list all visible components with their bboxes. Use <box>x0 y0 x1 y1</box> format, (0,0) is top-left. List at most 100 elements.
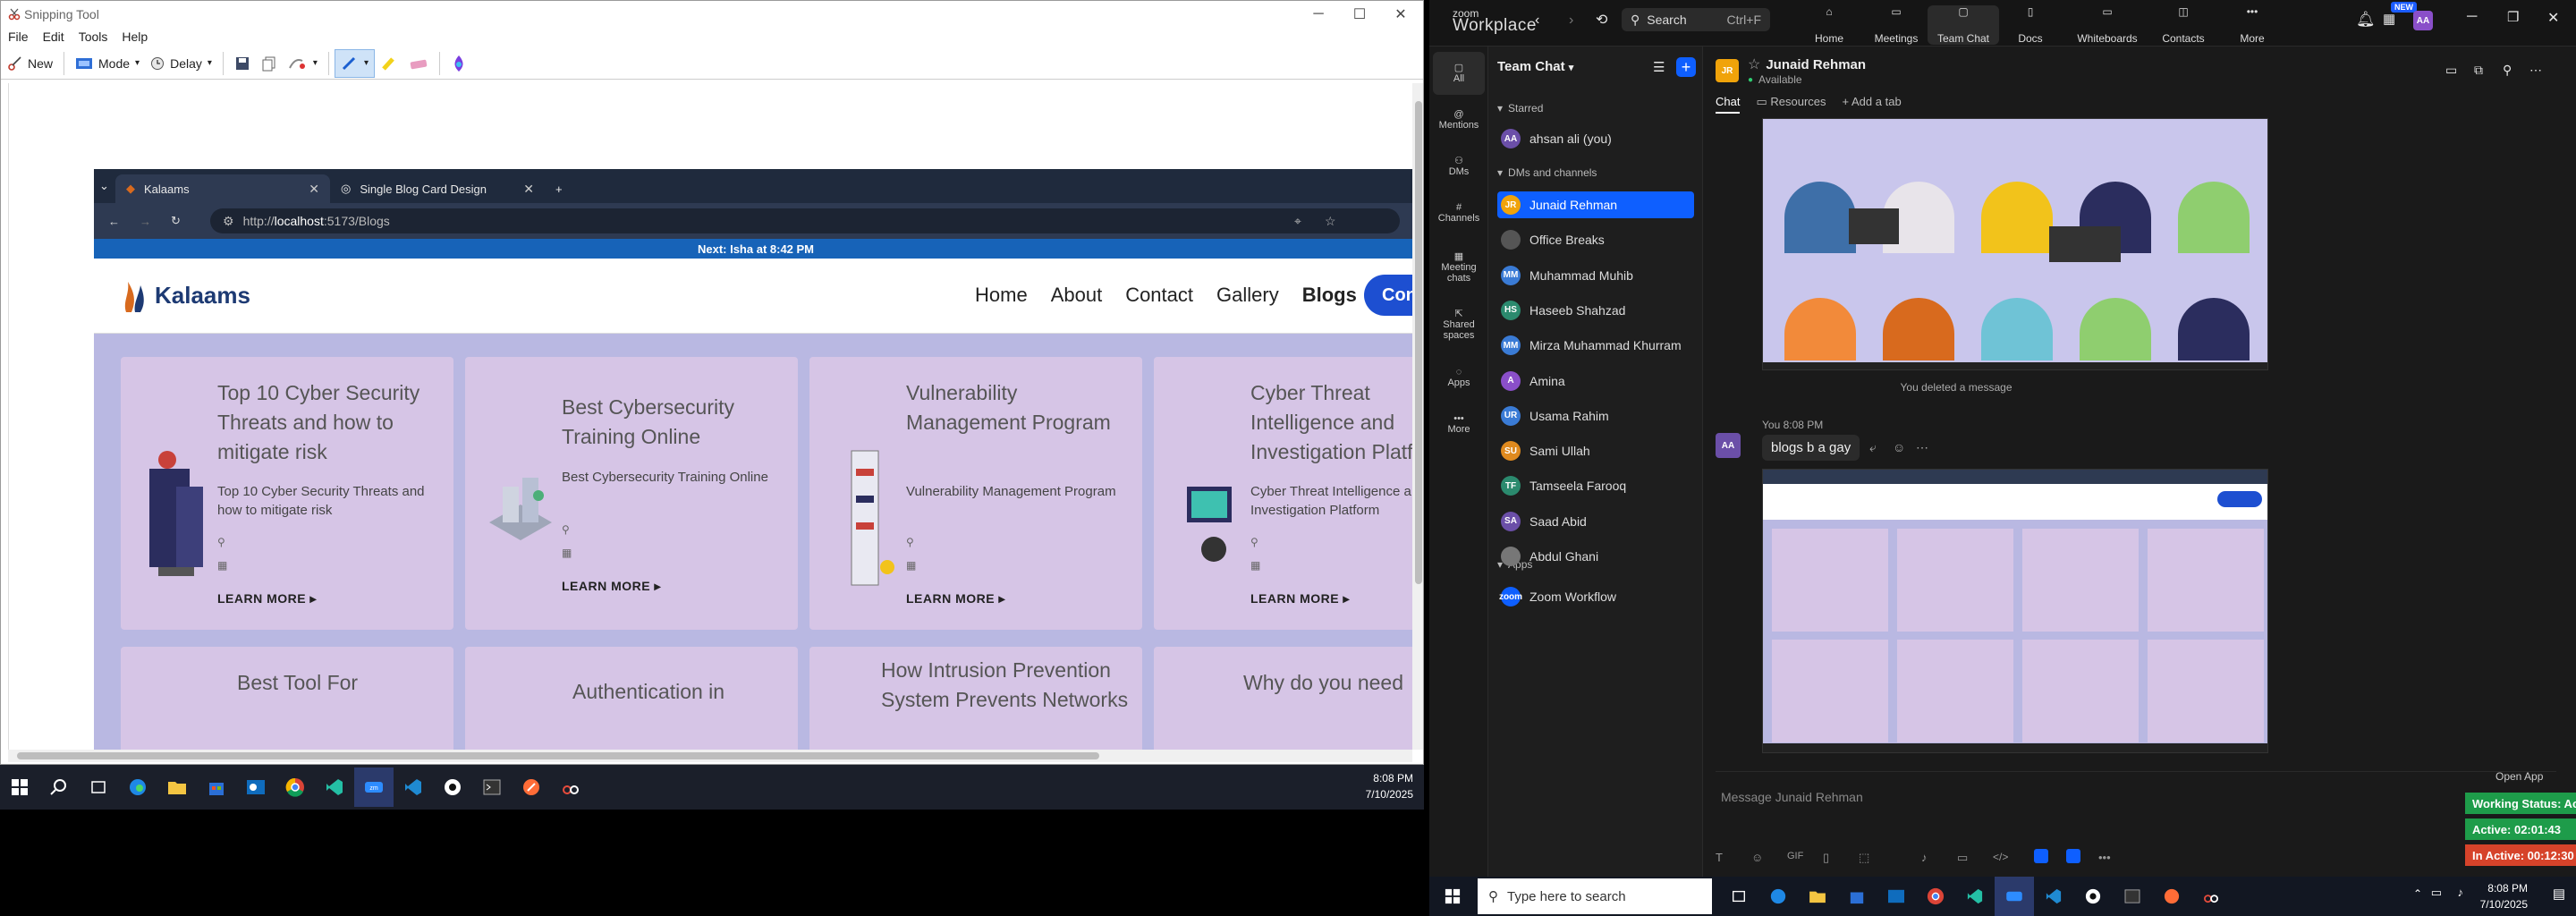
back-icon[interactable]: ‹ <box>1535 13 1539 29</box>
edge-icon[interactable] <box>118 768 157 807</box>
forward-icon[interactable]: › <box>1569 13 1573 29</box>
tab-home[interactable]: ⌂ Home <box>1793 5 1865 45</box>
taskbar-clock[interactable]: 8:08 PM 7/10/2025 <box>2480 880 2528 912</box>
chat-list-item[interactable]: HS Haseeb Shahzad <box>1497 297 1694 324</box>
rail-meeting-chats[interactable]: ▦ Meeting chats <box>1433 242 1485 293</box>
rail-dms[interactable]: ⚇ DMs <box>1433 145 1485 188</box>
zoom-app-icon[interactable]: zm <box>354 768 394 807</box>
menu-tools[interactable]: Tools <box>72 28 115 46</box>
card-title[interactable]: Why do you need <box>1243 668 1412 698</box>
network-icon[interactable]: ▭ <box>2431 886 2442 900</box>
tab-team-chat[interactable]: ▢ Team Chat <box>1928 5 1999 45</box>
shared-screenshot-image[interactable] <box>1762 118 2268 370</box>
notifications-icon[interactable]: ▤ <box>2553 886 2565 902</box>
back-icon[interactable]: ← <box>108 215 120 228</box>
screen-share-icon[interactable]: ⧉ <box>2474 63 2483 78</box>
chat-list-item[interactable]: Abdul Ghani <box>1497 543 1694 570</box>
learn-more-link[interactable]: LEARN MORE ▸ <box>562 579 661 594</box>
rail-more[interactable]: ••• More <box>1433 403 1485 445</box>
chrome-icon[interactable] <box>275 768 315 807</box>
shared-screenshot-image[interactable] <box>1762 469 2268 753</box>
url-field[interactable]: ⚙ http://localhost:5173/Blogs ⌖ ☆ <box>210 208 1400 233</box>
save-button[interactable] <box>229 49 256 78</box>
vscode-insiders-icon[interactable] <box>1955 877 1995 916</box>
reply-icon[interactable]: ⤶ <box>1869 440 1877 455</box>
rail-channels[interactable]: # Channels <box>1433 191 1485 234</box>
file-explorer-icon[interactable] <box>1798 877 1837 916</box>
chrome-icon[interactable] <box>1916 877 1955 916</box>
blog-card[interactable]: Cyber Threat Intelligence and Investigat… <box>1154 357 1412 630</box>
minimize-icon[interactable]: ─ <box>1298 1 1339 28</box>
tab-docs[interactable]: ▯ Docs <box>1995 5 2066 45</box>
maximize-icon[interactable]: ❐ <box>2507 9 2519 25</box>
card-title[interactable]: Best Tool For <box>237 668 453 698</box>
filter-icon[interactable]: ☰ <box>1653 59 1665 75</box>
app-shortcut-icon[interactable] <box>2066 849 2080 863</box>
chat-list-item[interactable]: TF Tamseela Farooq <box>1497 472 1694 499</box>
vscode-icon[interactable] <box>2034 877 2073 916</box>
user-avatar[interactable]: AA <box>2413 11 2433 30</box>
attachment-icon[interactable]: ▯ <box>1823 851 1829 865</box>
card-title[interactable]: Vulnerability Management Program <box>906 378 1130 437</box>
tab-chat[interactable]: Chat <box>1716 95 1741 114</box>
contact-name[interactable]: Junaid Rehman <box>1766 57 1866 72</box>
team-chat-heading[interactable]: Team Chat ▾ <box>1497 59 1573 74</box>
menu-file[interactable]: File <box>1 28 36 46</box>
search-icon[interactable]: ⚲ <box>2503 63 2512 78</box>
windows-start-icon[interactable] <box>0 768 39 807</box>
more-options-icon[interactable]: ⋯ <box>1916 440 1928 455</box>
blog-card[interactable]: Best Cybersecurity Training Online Best … <box>465 357 798 630</box>
message-composer[interactable]: Message Junaid Rehman T ☺ GIF ▯ ⬚ ♪ ▭ </… <box>1716 771 2556 869</box>
blog-card[interactable]: Top 10 Cyber Security Threats and how to… <box>121 357 453 630</box>
store-icon[interactable] <box>1837 877 1877 916</box>
close-tab-icon[interactable]: ✕ <box>309 182 319 197</box>
emoji-icon[interactable]: ☺ <box>1893 440 1905 454</box>
tab-more[interactable]: ••• More <box>2216 5 2288 45</box>
contact-now-button[interactable]: Con <box>1364 275 1412 316</box>
vscode-insiders-icon[interactable] <box>315 768 354 807</box>
blog-card[interactable]: Best Tool For <box>121 647 453 750</box>
bell-icon[interactable]: 🔔︎ <box>2356 11 2376 29</box>
github-desktop-icon[interactable] <box>2073 877 2113 916</box>
star-icon[interactable]: ☆ <box>1325 214 1336 229</box>
outlook-icon[interactable] <box>236 768 275 807</box>
card-title[interactable]: Top 10 Cyber Security Threats and how to… <box>217 378 441 467</box>
chat-list-item[interactable]: MM Mirza Muhammad Khurram <box>1497 332 1694 359</box>
video-message-icon[interactable]: ▭ <box>1957 851 1968 865</box>
vertical-scrollbar[interactable] <box>1412 83 1423 750</box>
zoom-search[interactable]: ⚲ Search Ctrl+F <box>1622 8 1770 31</box>
terminal-icon[interactable] <box>472 768 512 807</box>
task-view-icon[interactable] <box>79 768 118 807</box>
star-icon[interactable]: ☆ <box>1748 55 1760 73</box>
chat-list-item[interactable]: AA ahsan ali (you) <box>1497 125 1694 152</box>
vscode-icon[interactable] <box>394 768 433 807</box>
send-button[interactable]: ▾ <box>283 49 323 78</box>
site-logo[interactable]: Kalaams <box>121 276 250 314</box>
learn-more-link[interactable]: LEARN MORE ▸ <box>217 591 317 606</box>
tab-single-blog[interactable]: ◎ Single Blog Card Design ✕ <box>330 174 545 203</box>
message-text[interactable]: blogs b a gay <box>1762 435 1860 461</box>
section-starred[interactable]: ▾ Starred <box>1497 102 1543 114</box>
paint3d-button[interactable] <box>445 49 472 78</box>
postman-icon[interactable] <box>2152 877 2191 916</box>
rail-shared-spaces[interactable]: ⇱ Shared spaces <box>1433 299 1485 351</box>
menu-help[interactable]: Help <box>114 28 155 46</box>
chat-list-item[interactable]: SA Saad Abid <box>1497 508 1694 535</box>
site-info-icon[interactable]: ⚙ <box>223 214 234 229</box>
nav-contact[interactable]: Contact <box>1125 284 1193 307</box>
search-icon[interactable] <box>39 768 79 807</box>
snipping-tool-taskbar-icon[interactable] <box>551 768 590 807</box>
tab-add[interactable]: + Add a tab <box>1843 95 1902 114</box>
new-button[interactable]: New <box>1 49 58 78</box>
reload-icon[interactable]: ↻ <box>171 214 181 228</box>
taskbar-search-box[interactable]: ⚲ Type here to search <box>1478 878 1712 914</box>
app-shortcut-icon[interactable] <box>2034 849 2048 863</box>
zoom-app-icon[interactable] <box>1995 877 2034 916</box>
rail-mentions[interactable]: @ Mentions <box>1433 98 1485 141</box>
calendar-icon[interactable]: ▦ <box>2383 11 2395 27</box>
blog-card[interactable]: Vulnerability Management Program Vulnera… <box>809 357 1142 630</box>
forward-icon[interactable]: → <box>140 215 151 228</box>
emoji-icon[interactable]: ☺ <box>1751 851 1763 864</box>
blog-card[interactable]: How Intrusion Prevention System Prevents… <box>809 647 1142 750</box>
eraser-button[interactable] <box>403 49 434 78</box>
